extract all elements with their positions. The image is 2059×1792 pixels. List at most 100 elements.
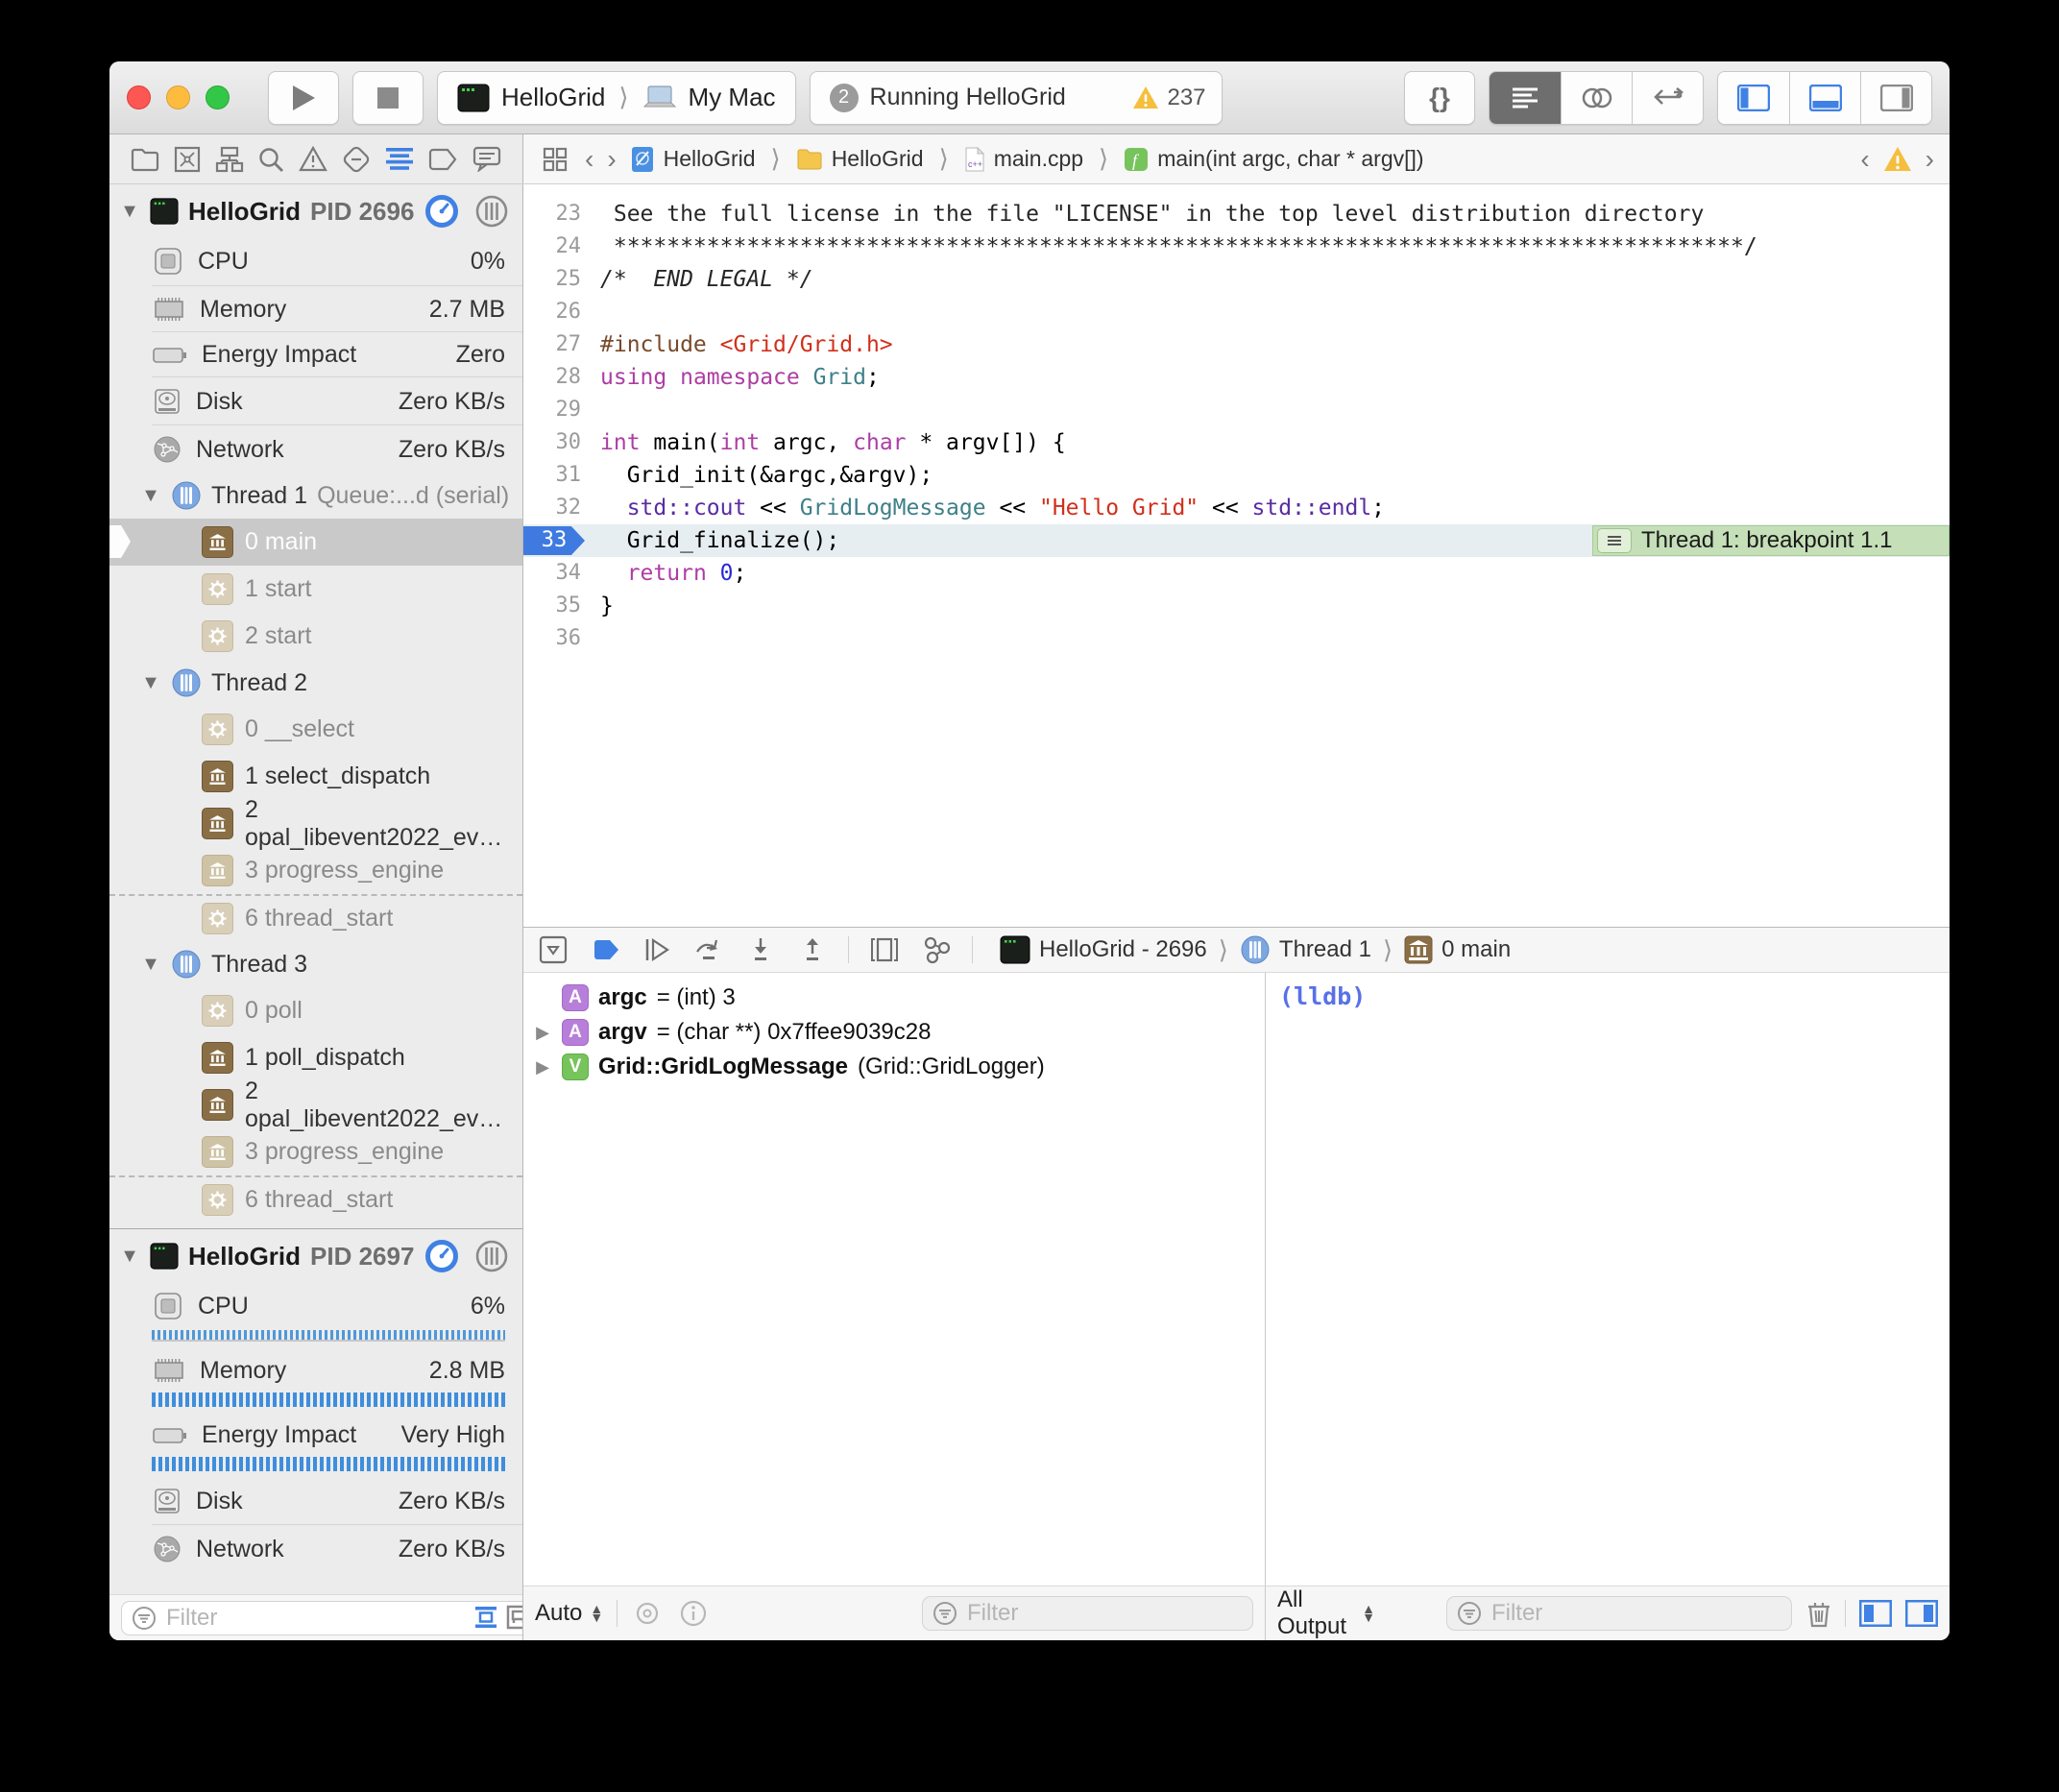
code-line[interactable]: 35} [523,590,1950,622]
step-out-button[interactable] [796,933,829,966]
toggle-navigator-button[interactable] [1718,72,1789,124]
debug-view-hierarchy-button[interactable] [868,933,901,966]
run-button[interactable] [268,71,339,125]
navigator-filter-input[interactable] [166,1605,464,1632]
disclosure-triangle-icon[interactable]: ▶ [533,1023,552,1043]
disclosure-triangle-icon[interactable]: ▼ [119,1246,140,1268]
source-control-navigator-icon[interactable] [174,146,201,173]
hide-debug-area-button[interactable] [537,933,569,966]
code-line[interactable]: 25/* END LEGAL */ [523,263,1950,296]
warning-count[interactable]: 237 [1132,85,1205,111]
line-number[interactable]: 31 [523,459,600,492]
disclosure-triangle-icon[interactable]: ▼ [119,201,140,223]
code-line[interactable]: 32 std::cout << GridLogMessage << "Hello… [523,492,1950,524]
line-number[interactable]: 32 [523,492,600,524]
variable-row[interactable]: ▶Aargv= (char **) 0x7ffee9039c28 [523,1015,1265,1050]
thread-row[interactable]: ▼Thread 1Queue:...d (serial) [109,472,522,519]
console-view[interactable]: (lldb) [1266,973,1950,1586]
line-number[interactable]: 36 [523,622,600,655]
stack-frame-row[interactable]: 3 progress_engine [109,1128,522,1175]
variables-view[interactable]: Aargc= (int) 3▶Aargv= (char **) 0x7ffee9… [523,973,1266,1586]
code-line[interactable]: 24 *************************************… [523,230,1950,263]
code-line[interactable]: 29 [523,394,1950,426]
code-snippets-button[interactable]: {} [1404,71,1475,125]
test-navigator-icon[interactable] [342,145,371,174]
line-number[interactable]: 24 [523,230,600,263]
close-window-button[interactable] [127,85,151,109]
jumpbar-crumb-group[interactable]: HelloGrid [796,146,924,172]
clear-console-button[interactable] [1805,1597,1831,1630]
code-line[interactable]: 28using namespace Grid; [523,361,1950,394]
related-items-icon[interactable] [539,143,571,176]
version-editor-button[interactable] [1632,72,1703,124]
breakpoint-annotation[interactable]: Thread 1: breakpoint 1.1 [1592,525,1950,556]
info-icon[interactable] [677,1597,710,1630]
thread-view-icon[interactable] [474,194,509,229]
line-number[interactable]: 28 [523,361,600,394]
stack-frame-row[interactable]: 0 poll [109,987,522,1034]
disclosure-triangle-icon[interactable]: ▼ [140,672,161,694]
variables-filter-input[interactable] [967,1600,1243,1627]
toggle-inspector-button[interactable] [1860,72,1931,124]
line-number[interactable]: 29 [523,394,600,426]
stack-frame-row[interactable]: 6 thread_start [109,1175,522,1223]
debug-crumb-frame[interactable]: 0 main [1404,935,1511,964]
stack-frame-row[interactable]: 1 poll_dispatch [109,1034,522,1081]
stack-frame-row[interactable]: 1 start [109,566,522,613]
activity-status-bar[interactable]: 2 Running HelloGrid 237 [810,71,1223,125]
debug-navigator-icon[interactable] [385,147,414,172]
jumpbar-crumb-symbol[interactable]: f main(int argc, char * argv[]) [1124,146,1423,172]
step-over-button[interactable] [692,933,725,966]
code-line[interactable]: 27#include <Grid/Grid.h> [523,328,1950,361]
code-line[interactable]: 26 [523,296,1950,328]
source-editor[interactable]: 23 See the full license in the file "LIC… [523,184,1950,927]
issue-navigator-icon[interactable] [299,146,327,172]
line-number[interactable]: 30 [523,426,600,459]
stack-frame-row[interactable]: 2 start [109,613,522,660]
issue-warning-icon[interactable] [1883,146,1912,172]
filter-running-icon[interactable] [473,1605,498,1632]
minimize-window-button[interactable] [166,85,190,109]
stack-frame-row[interactable]: 3 progress_engine [109,847,522,894]
previous-issue-button[interactable]: ‹ [1860,144,1869,175]
quick-look-icon[interactable] [631,1597,664,1630]
next-issue-button[interactable]: › [1926,144,1934,175]
filter-frames-icon[interactable] [506,1605,523,1632]
jumpbar-crumb-project[interactable]: HelloGrid [630,146,756,173]
disclosure-triangle-icon[interactable]: ▼ [140,954,161,976]
line-number[interactable]: 25 [523,263,600,296]
breakpoint-annotation-menu-icon[interactable] [1597,528,1632,553]
debug-crumb-process[interactable]: HelloGrid - 2696 [1000,934,1207,965]
stack-frame-row[interactable]: 2 opal_libevent2022_ev… [109,800,522,847]
disclosure-triangle-icon[interactable]: ▼ [140,485,161,507]
forward-button[interactable]: › [607,144,616,175]
navigator-filter-field[interactable] [121,1601,523,1635]
line-number[interactable]: 34 [523,557,600,590]
stop-button[interactable] [352,71,424,125]
stack-frame-row[interactable]: 6 thread_start [109,894,522,941]
stack-frame-row[interactable]: 2 opal_libevent2022_ev… [109,1081,522,1128]
thread-row[interactable]: ▼Thread 2 [109,660,522,706]
thread-view-icon[interactable] [474,1239,509,1273]
console-filter-input[interactable] [1491,1600,1781,1627]
line-number[interactable]: 26 [523,296,600,328]
debug-memory-graph-button[interactable] [920,933,953,966]
jumpbar-crumb-file[interactable]: c++ main.cpp [964,146,1083,173]
line-number[interactable]: 35 [523,590,600,622]
process-row[interactable]: ▼HelloGridPID 2697 [109,1229,522,1281]
line-number[interactable]: 27 [523,328,600,361]
performance-gauge-icon[interactable] [424,194,459,229]
zoom-window-button[interactable] [206,85,230,109]
show-console-view-button[interactable] [1905,1597,1938,1630]
process-row[interactable]: ▼HelloGridPID 2696 [109,184,522,236]
code-line[interactable]: 30int main(int argc, char * argv[]) { [523,426,1950,459]
console-output-popup[interactable]: All Output ▲▼ [1277,1586,1375,1640]
code-line[interactable]: 36 [523,622,1950,655]
variables-scope-popup[interactable]: Auto ▲▼ [535,1600,603,1627]
symbol-navigator-icon[interactable] [215,146,244,173]
toggle-debug-area-button[interactable] [1789,72,1860,124]
disclosure-triangle-icon[interactable]: ▶ [533,1057,552,1078]
variable-row[interactable]: ▶VGrid::GridLogMessage(Grid::GridLogger) [523,1050,1265,1084]
variables-filter-field[interactable] [922,1596,1253,1631]
line-number[interactable]: 23 [523,198,600,230]
